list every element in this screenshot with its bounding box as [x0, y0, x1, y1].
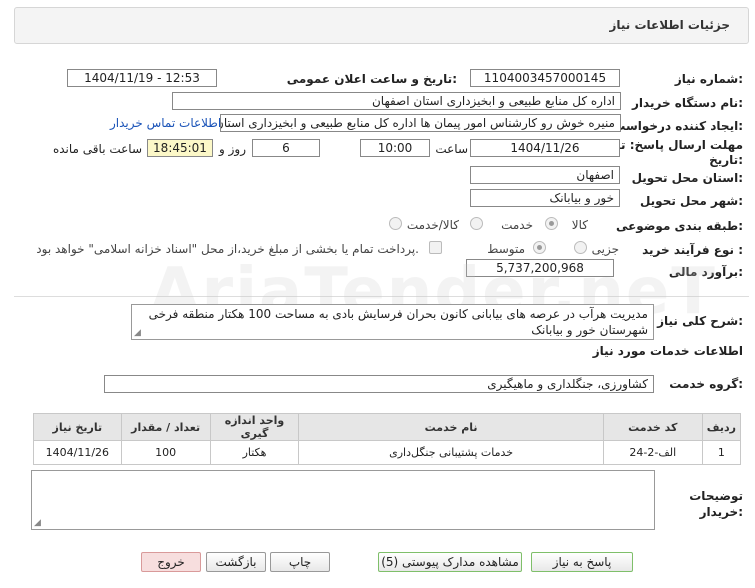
exit-button[interactable]: خروج — [141, 552, 201, 572]
cell-service-name: خدمات پشتیبانی جنگل‌داری — [298, 440, 604, 465]
print-button[interactable]: چاپ — [270, 552, 330, 572]
purchase-radio-medium[interactable] — [533, 241, 546, 254]
service-group-label: گروه خدمت: — [669, 377, 743, 391]
purchase-option-minor: جزیی — [591, 242, 619, 256]
budget-field[interactable]: 5,737,200,968 — [466, 259, 614, 277]
col-need-date: تاریخ نیاز — [33, 413, 122, 441]
description-textarea[interactable]: مدیریت هرآب در عرصه های بیابانی کانون بح… — [131, 304, 654, 340]
province-label: استان محل تحویل: — [631, 171, 743, 185]
creator-field[interactable]: منیره خوش رو کارشناس امور پیمان ها اداره… — [220, 114, 621, 132]
deadline-date-field[interactable]: 1404/11/26 — [470, 139, 620, 157]
back-button[interactable]: بازگشت — [206, 552, 266, 572]
buyer-org-field[interactable]: اداره کل منابع طبیعی و ابخیزداری استان ا… — [172, 92, 621, 110]
col-unit: واحد اندازه گیری — [209, 413, 300, 441]
resize-handle-icon[interactable]: ◢ — [34, 519, 41, 528]
services-table: ردیف کد خدمت نام خدمت واحد اندازه گیری ت… — [33, 413, 742, 465]
category-radio-goods-service[interactable] — [389, 217, 402, 230]
col-row-number: ردیف — [701, 413, 742, 441]
category-option-goods-service: کالا/خدمت — [406, 218, 459, 232]
days-label: روز و — [219, 142, 246, 156]
city-label: شهر محل تحویل: — [639, 194, 743, 208]
days-field[interactable]: 6 — [252, 139, 320, 157]
buyer-org-label: نام دستگاه خریدار: — [632, 96, 743, 110]
remaining-time-field: 18:45:01 — [147, 139, 213, 157]
announce-date-label: تاریخ و ساعت اعلان عمومی: — [286, 72, 457, 86]
services-section-title: اطلاعات خدمات مورد نیاز — [592, 344, 743, 358]
purchase-option-medium: متوسط — [487, 242, 525, 256]
col-quantity: تعداد / مقدار — [120, 413, 211, 441]
cell-unit: هکتار — [209, 440, 300, 465]
deadline-time-label: ساعت — [435, 142, 468, 156]
buyer-notes-label: توضیحات خریدار: — [689, 489, 743, 519]
need-number-label: شماره نیاز: — [674, 72, 743, 86]
view-documents-button[interactable]: مشاهده مدارک پیوستی (5) — [378, 552, 522, 572]
treasury-checkbox[interactable] — [429, 241, 442, 254]
deadline-time-field[interactable]: 10:00 — [360, 139, 430, 157]
reply-button[interactable]: پاسخ به نیاز — [531, 552, 633, 572]
category-radio-goods[interactable] — [545, 217, 558, 230]
cell-quantity: 100 — [120, 440, 211, 465]
category-label: طبقه بندی موضوعی: — [615, 219, 743, 233]
panel-header: جزئیات اطلاعات نیاز — [14, 7, 749, 44]
divider — [14, 296, 749, 297]
deadline-label-2: تاریخ: — [709, 153, 743, 167]
cell-need-date: 1404/11/26 — [33, 440, 122, 465]
purchase-radio-minor[interactable] — [574, 241, 587, 254]
province-field[interactable]: اصفهان — [470, 166, 620, 184]
resize-handle-icon[interactable]: ◢ — [134, 329, 141, 338]
page-title: جزئیات اطلاعات نیاز — [609, 18, 730, 32]
buyer-notes-textarea[interactable]: ◢ — [31, 470, 655, 530]
table-header-row: ردیف کد خدمت نام خدمت واحد اندازه گیری ت… — [33, 413, 742, 441]
category-option-service: خدمت — [501, 218, 533, 232]
treasury-payment-note: پرداخت تمام یا بخشی از مبلغ خرید،از محل … — [36, 242, 419, 256]
cell-row-number: 1 — [701, 440, 742, 465]
announce-date-field[interactable]: 1404/11/19 - 12:53 — [67, 69, 217, 87]
city-field[interactable]: خور و بیابانک — [470, 189, 620, 207]
budget-label: برآورد مالی: — [668, 265, 743, 279]
description-label: شرح کلی نیاز: — [657, 314, 743, 328]
description-text: مدیریت هرآب در عرصه های بیابانی کانون بح… — [148, 307, 648, 337]
cell-service-code: الف-2-24 — [602, 440, 703, 465]
col-service-name: نام خدمت — [298, 413, 604, 441]
creator-label: ایجاد کننده درخواست: — [613, 119, 743, 133]
remaining-time-label: ساعت باقی مانده — [52, 142, 142, 156]
category-option-goods: کالا — [571, 218, 588, 232]
service-group-field[interactable]: کشاورزی، جنگلداری و ماهیگیری — [104, 375, 654, 393]
need-number-field[interactable]: 1104003457000145 — [470, 69, 620, 87]
col-service-code: کد خدمت — [602, 413, 703, 441]
buyer-contact-link[interactable]: اطلاعات تماس خریدار — [110, 116, 221, 130]
table-row[interactable]: 1 الف-2-24 خدمات پشتیبانی جنگل‌داری هکتا… — [33, 440, 742, 465]
deadline-label: مهلت ارسال پاسخ: تا — [616, 138, 744, 152]
category-radio-service[interactable] — [470, 217, 483, 230]
purchase-type-label: نوع فرآیند خرید : — [642, 243, 743, 257]
